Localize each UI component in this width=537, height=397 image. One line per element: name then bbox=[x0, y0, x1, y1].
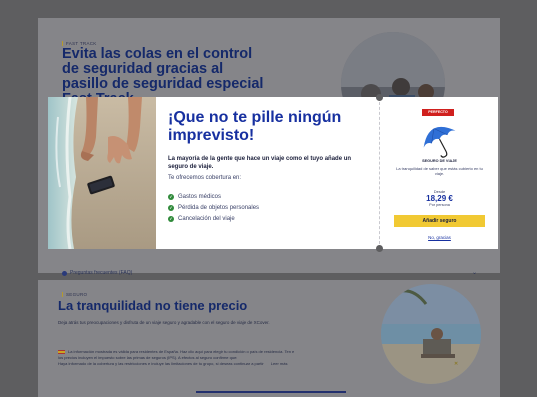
beach-hand-photo bbox=[48, 97, 156, 249]
insurance-eyebrow: SEGURO bbox=[62, 292, 87, 297]
coverage-item-label: Gastos médicos bbox=[178, 193, 222, 200]
price-value: 18,29 € bbox=[426, 194, 453, 203]
background-bottom-line bbox=[196, 391, 346, 393]
read-more-link[interactable]: Leer más bbox=[271, 361, 288, 366]
check-icon: ✓ bbox=[168, 204, 174, 211]
ticket-notch-bottom bbox=[376, 245, 383, 252]
decline-link[interactable]: No, gracias bbox=[387, 235, 492, 240]
product-description: La tranquilidad de saber que estás cubie… bbox=[396, 166, 483, 176]
umbrella-icon bbox=[423, 126, 456, 158]
insurance-upsell-modal: ¡Que no te pille ningún imprevisto! La m… bbox=[48, 94, 498, 252]
modal-lead-text: La mayoría de la gente que hace un viaje… bbox=[168, 156, 352, 170]
question-icon bbox=[62, 270, 67, 276]
coverage-item-label: Pérdida de objetos personales bbox=[178, 204, 260, 211]
insurance-notice-line-3: Haya informado de la cobertura y las res… bbox=[58, 361, 288, 366]
spain-flag-icon bbox=[58, 349, 65, 354]
coverage-item: ✓ Cancelación del viaje bbox=[168, 213, 366, 224]
chevron-down-icon[interactable]: ⌄ bbox=[472, 269, 477, 276]
beach-photo bbox=[381, 284, 481, 384]
product-name: SEGURO DE VIAJE bbox=[422, 159, 457, 163]
modal-title: ¡Que no te pille ningún imprevisto! bbox=[168, 109, 342, 144]
faq-row[interactable]: Preguntas frecuentes (FAQ) bbox=[62, 270, 132, 276]
recommended-badge: PERFECTO bbox=[422, 109, 454, 116]
coverage-list: ✓ Gastos médicos ✓ Pérdida de objetos pe… bbox=[168, 191, 366, 224]
coverage-intro: Te ofrecemos cobertura en: bbox=[168, 175, 242, 181]
xcover-logo: ✕ bbox=[454, 361, 459, 367]
insurance-notice-line-1: La información mostrada es válida para r… bbox=[58, 349, 294, 354]
coverage-item-label: Cancelación del viaje bbox=[178, 215, 235, 222]
check-icon: ✓ bbox=[168, 215, 174, 222]
price-per-person: Por persona bbox=[429, 203, 450, 207]
insurance-section: SEGURO La tranquilidad no tiene precio D… bbox=[38, 280, 500, 397]
faq-label: Preguntas frecuentes (FAQ) bbox=[70, 270, 133, 276]
check-icon: ✓ bbox=[168, 193, 174, 200]
insurance-subtitle: Deja atrás tus preocupaciones y disfruta… bbox=[58, 320, 270, 325]
coverage-item: ✓ Pérdida de objetos personales bbox=[168, 202, 366, 213]
coverage-item: ✓ Gastos médicos bbox=[168, 191, 366, 202]
insurance-notice-line-2: los precios incluyen el impuesto sobre l… bbox=[58, 355, 238, 360]
insurance-title: La tranquilidad no tiene precio bbox=[58, 298, 248, 313]
ticket-notch-top bbox=[376, 94, 383, 101]
modal-content: ¡Que no te pille ningún imprevisto! La m… bbox=[156, 97, 380, 249]
ticket-divider bbox=[379, 97, 380, 249]
add-insurance-button[interactable]: Añadir seguro bbox=[394, 215, 485, 227]
insurance-offer-panel: PERFECTO SEGURO DE VIAJE La tranquilidad… bbox=[387, 97, 492, 249]
